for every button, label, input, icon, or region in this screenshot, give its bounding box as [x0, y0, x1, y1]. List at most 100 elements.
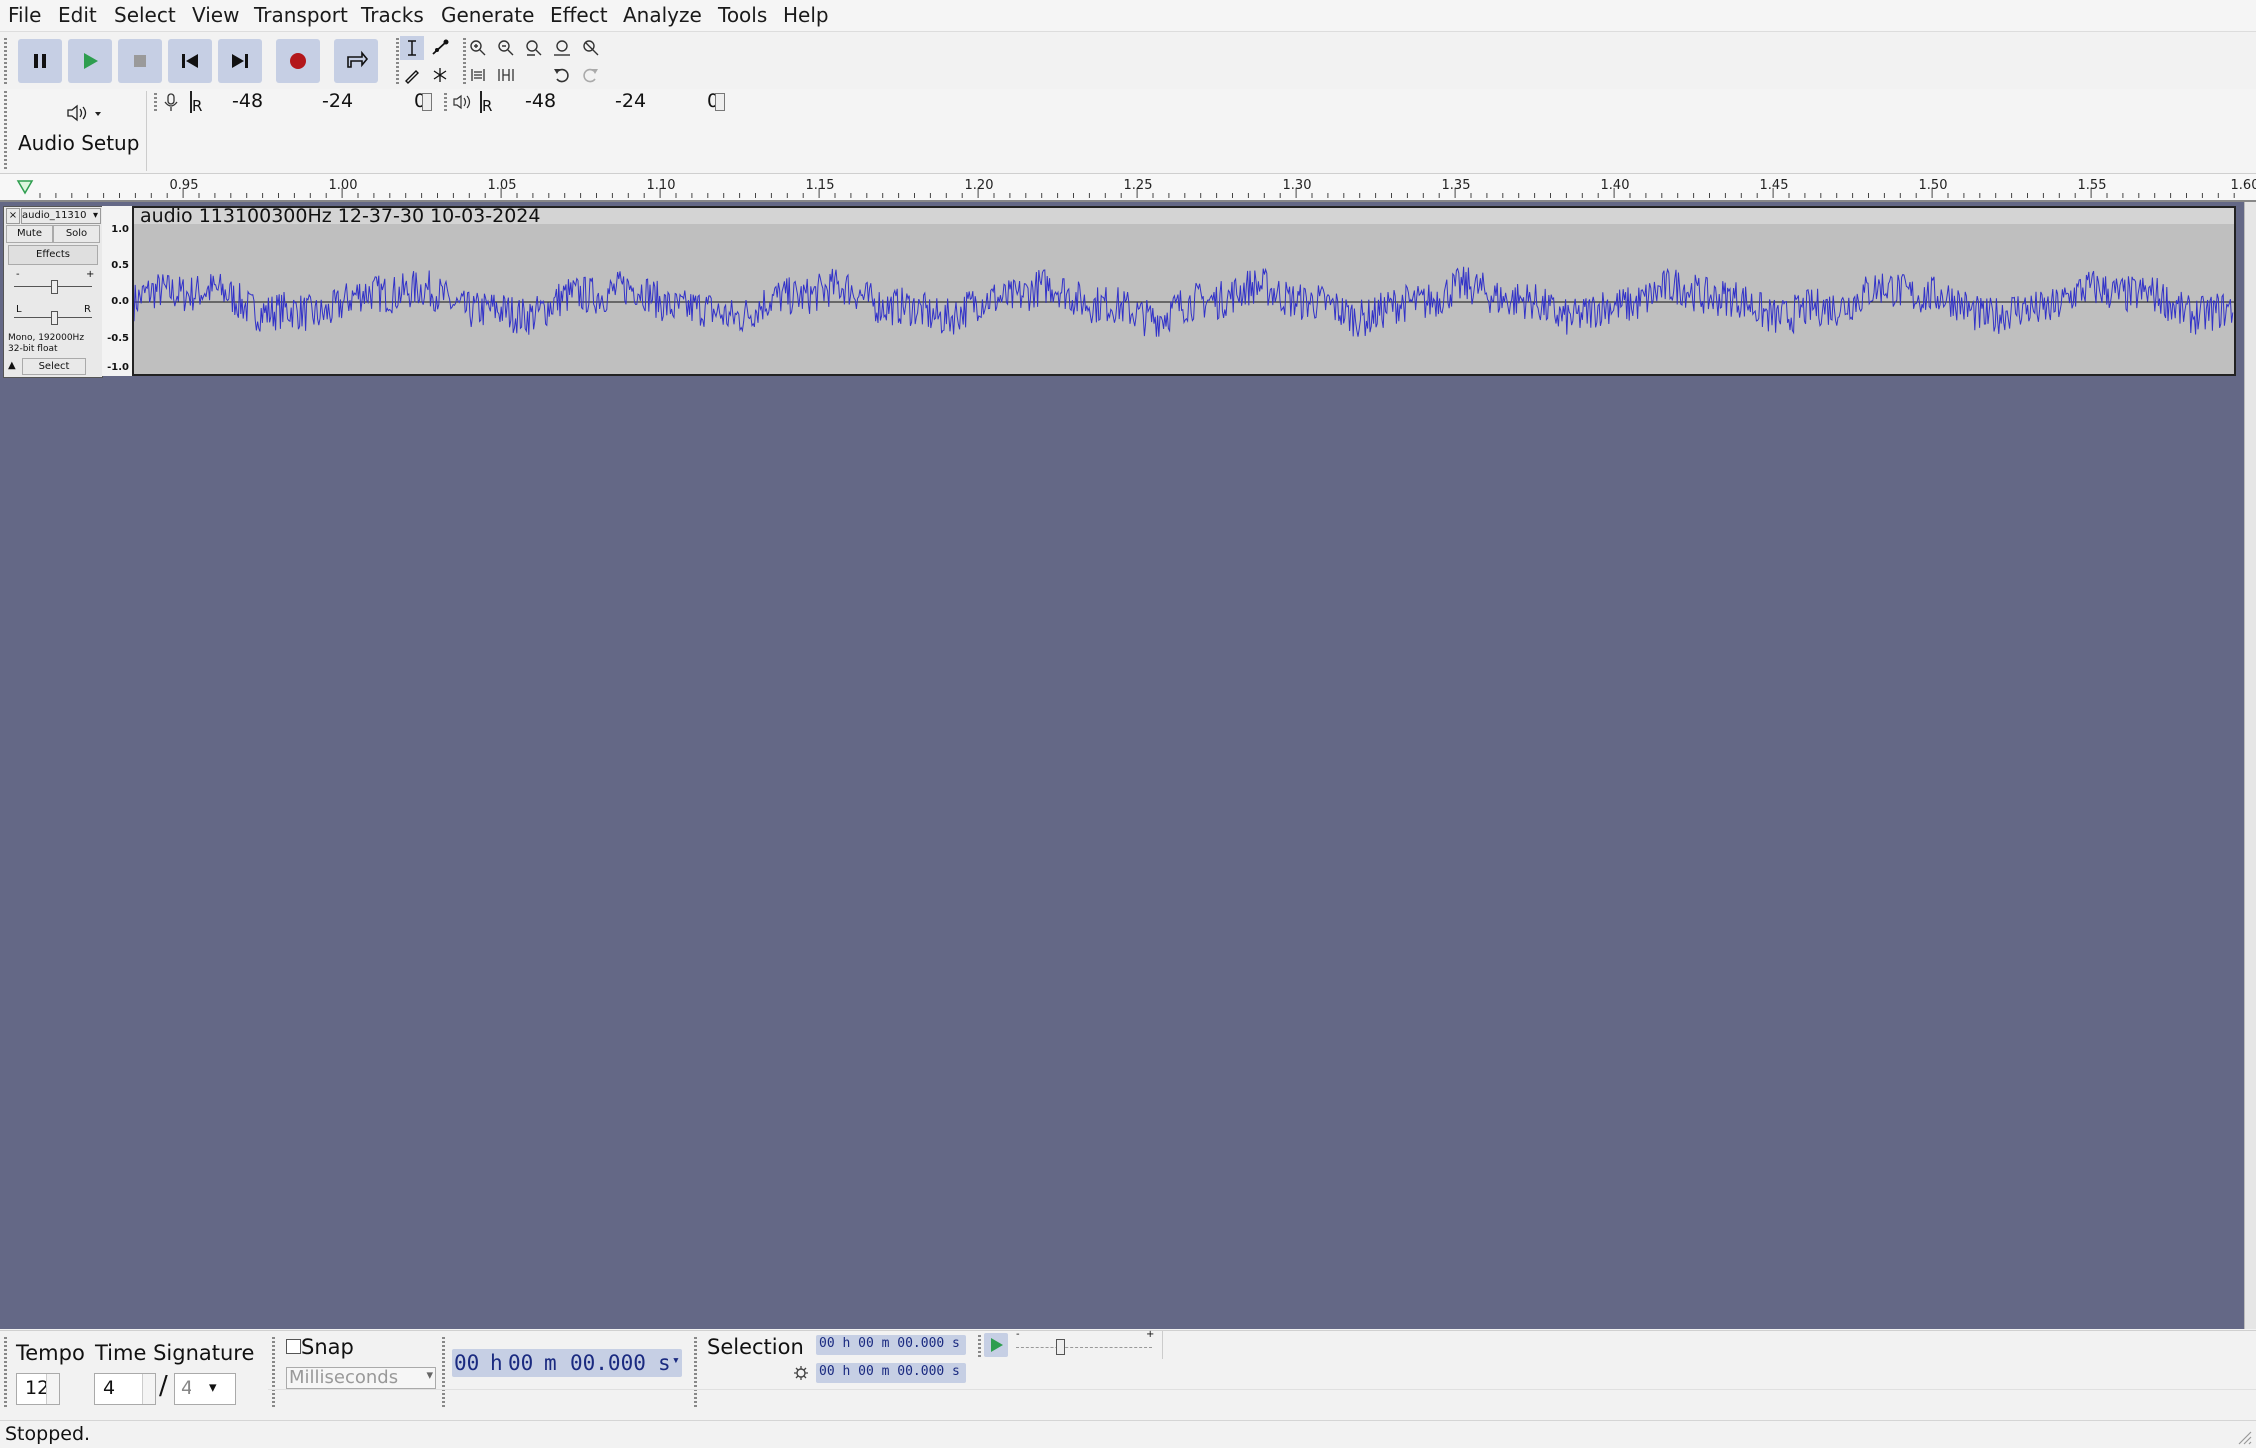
menu-select[interactable]: Select — [114, 3, 176, 27]
speed-slider[interactable] — [1016, 1347, 1152, 1348]
mute-button[interactable]: Mute — [6, 225, 53, 243]
zoom-toggle-icon — [583, 40, 599, 56]
selection-grip[interactable] — [694, 1337, 697, 1407]
status-text: Stopped. — [5, 1423, 91, 1445]
time-grip[interactable] — [442, 1337, 445, 1407]
time-signature-grip[interactable] — [4, 1337, 7, 1407]
menu-tools[interactable]: Tools — [718, 3, 767, 27]
record-button[interactable] — [276, 39, 320, 83]
status-bar: Stopped. — [0, 1420, 2256, 1448]
fit-selection-button[interactable] — [522, 36, 546, 60]
undo-icon — [554, 68, 569, 83]
stop-button[interactable] — [118, 39, 162, 83]
play-button[interactable] — [68, 39, 112, 83]
menu-tracks[interactable]: Tracks — [361, 3, 424, 27]
ruler-label: 1.30 — [1282, 178, 1312, 193]
select-track-button[interactable]: Select — [22, 358, 86, 375]
menu-transport[interactable]: Transport — [254, 3, 348, 27]
selection-start-value: 00 h 00 m 00.000 s — [819, 1336, 960, 1351]
skip-to-start-button[interactable] — [168, 39, 212, 83]
audio-setup-grip[interactable] — [4, 91, 7, 169]
selection-tool[interactable] — [400, 36, 424, 60]
close-track-button[interactable]: × — [6, 208, 20, 224]
draw-tool[interactable] — [400, 63, 424, 87]
menu-bar: File Edit Select View Transport Tracks G… — [0, 0, 2256, 31]
speaker-icon — [67, 104, 101, 122]
timeline-ruler[interactable]: 0.95 1.00 1.05 1.10 1.15 1.20 1.25 1.30 1.35 1.40… — [0, 174, 2256, 202]
ruler-label: 1.55 — [2077, 178, 2107, 193]
audio-setup-label: Audio Setup — [18, 131, 140, 155]
fit-project-button[interactable] — [550, 36, 574, 60]
clip-title-bar[interactable]: audio 113100300Hz 12-37-30 10-03-2024 — [134, 205, 2234, 227]
zoom-in-button[interactable] — [466, 36, 490, 60]
resize-grip-icon[interactable] — [2234, 1427, 2252, 1445]
trim-button[interactable] — [466, 63, 490, 87]
toolbar-grip[interactable] — [4, 38, 7, 84]
undo-button[interactable] — [550, 63, 574, 87]
snap-unit-dropdown[interactable]: Milliseconds ▾ — [286, 1367, 436, 1389]
divider — [1162, 1331, 1163, 1359]
time-display[interactable]: 00 h 00 m 00.000 s ▾ — [452, 1349, 682, 1377]
envelope-tool[interactable] — [428, 36, 452, 60]
snap-checkbox[interactable] — [286, 1339, 301, 1354]
record-meter-channel: R — [192, 97, 203, 115]
audio-setup-button[interactable]: Audio Setup — [8, 91, 147, 171]
menu-file[interactable]: File — [8, 3, 41, 27]
record-meter[interactable]: R -48 -24 0 — [190, 90, 436, 115]
vertical-scrollbar[interactable] — [2244, 202, 2256, 1329]
tools-grip[interactable] — [396, 38, 399, 84]
track-name-menu[interactable]: audio_11310 ▾ — [21, 208, 101, 224]
time-sig-upper-field[interactable]: 4 — [94, 1373, 156, 1405]
playback-meter-tick: -24 — [615, 90, 647, 112]
ruler-label: 1.35 — [1441, 178, 1471, 193]
selection-start-display[interactable]: 00 h 00 m 00.000 s — [816, 1335, 966, 1355]
loop-button[interactable] — [334, 39, 378, 83]
record-meter-slider[interactable] — [422, 93, 432, 111]
menu-help[interactable]: Help — [783, 3, 829, 27]
ruler-label: 1.45 — [1759, 178, 1789, 193]
effects-button[interactable]: Effects — [8, 245, 98, 265]
menu-analyze[interactable]: Analyze — [623, 3, 702, 27]
pan-left-label: L — [16, 304, 22, 315]
gain-slider-thumb[interactable] — [51, 280, 58, 294]
record-meter-grip[interactable] — [154, 93, 157, 111]
skip-to-end-button[interactable] — [218, 39, 262, 83]
collapse-icon[interactable]: ▲ — [8, 360, 16, 371]
microphone-icon[interactable] — [162, 92, 180, 112]
redo-button[interactable] — [578, 63, 602, 87]
selection-end-display[interactable]: 00 h 00 m 00.000 s — [816, 1363, 966, 1383]
track-format-info: Mono, 192000Hz — [8, 333, 85, 343]
time-sig-lower-value: 4 — [181, 1377, 191, 1399]
bottom-toolbar: Tempo Time Signature 12 4 / 4 ▾ Snap Mil… — [0, 1329, 2256, 1421]
trim-icon — [471, 69, 485, 81]
ruler-label: 1.25 — [1123, 178, 1153, 193]
vruler-label: -0.5 — [107, 333, 129, 344]
playback-speaker-icon[interactable] — [452, 93, 472, 111]
speed-slider-thumb[interactable] — [1056, 1339, 1065, 1355]
solo-button[interactable]: Solo — [53, 225, 100, 243]
waveform-clip[interactable] — [132, 206, 2236, 376]
zoom-out-button[interactable] — [494, 36, 518, 60]
silence-button[interactable] — [494, 63, 518, 87]
time-sig-lower-dropdown[interactable]: 4 ▾ — [174, 1373, 236, 1405]
vertical-amplitude-ruler[interactable]: 1.0 0.5 0.0 -0.5 -1.0 — [102, 206, 132, 376]
settings-gear-icon[interactable] — [793, 1365, 809, 1381]
tempo-spinner[interactable] — [46, 1374, 59, 1404]
ruler-label: 1.05 — [487, 178, 517, 193]
play-at-speed-button[interactable] — [984, 1333, 1008, 1357]
play-at-speed-grip[interactable] — [978, 1335, 981, 1357]
menu-view[interactable]: View — [192, 3, 239, 27]
snap-grip[interactable] — [272, 1337, 275, 1407]
playback-meter-slider[interactable] — [715, 93, 725, 111]
pause-button[interactable] — [18, 39, 62, 83]
play-meter-grip[interactable] — [444, 93, 447, 111]
tempo-field[interactable]: 12 — [16, 1373, 60, 1405]
time-sig-upper-spinner[interactable] — [142, 1374, 155, 1404]
zoom-toggle-button[interactable] — [578, 36, 602, 60]
menu-effect[interactable]: Effect — [550, 3, 608, 27]
playback-meter[interactable]: R -48 -24 0 — [480, 90, 726, 115]
menu-edit[interactable]: Edit — [58, 3, 97, 27]
menu-generate[interactable]: Generate — [441, 3, 534, 27]
pan-slider-thumb[interactable] — [51, 311, 58, 325]
multi-tool[interactable] — [428, 63, 452, 87]
